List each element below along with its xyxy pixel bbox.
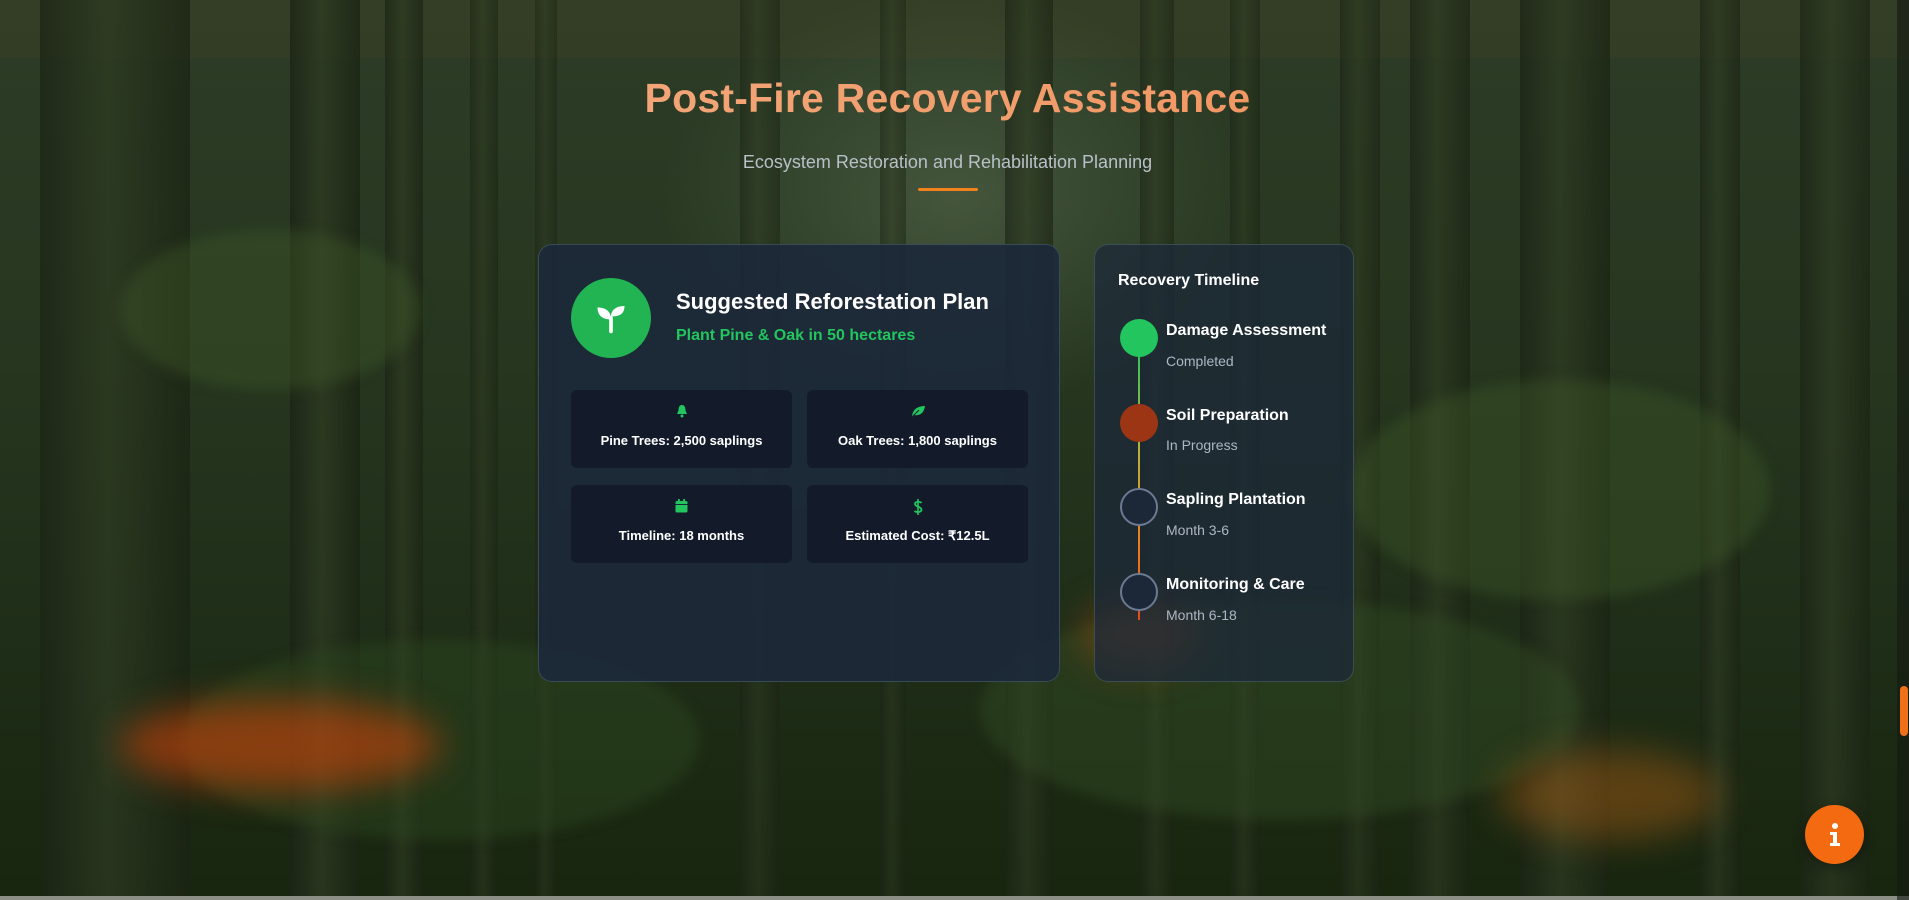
scrollbar[interactable] bbox=[1897, 0, 1909, 900]
stat-text: Pine Trees: 2,500 saplings bbox=[600, 433, 763, 448]
stat-oak-trees: Oak Trees: 1,800 saplings bbox=[807, 390, 1028, 468]
stat-text: Estimated Cost: ₹12.5L bbox=[845, 528, 990, 543]
step-status: Completed bbox=[1166, 353, 1234, 369]
tree-icon bbox=[571, 404, 792, 420]
info-button[interactable] bbox=[1805, 805, 1864, 864]
plan-title: Suggested Reforestation Plan bbox=[676, 289, 989, 314]
page-header: Post-Fire Recovery Assistance Ecosystem … bbox=[0, 75, 1895, 191]
info-icon bbox=[1829, 822, 1840, 846]
recovery-timeline-card: Recovery Timeline Damage Assessment Comp… bbox=[1094, 244, 1354, 682]
step-pending-indicator bbox=[1120, 488, 1158, 526]
stat-timeline: Timeline: 18 months bbox=[571, 485, 792, 563]
step-name: Damage Assessment bbox=[1166, 322, 1327, 339]
step-name: Sapling Plantation bbox=[1166, 491, 1306, 508]
step-status: Month 6-18 bbox=[1166, 607, 1237, 623]
plan-summary: Plant Pine & Oak in 50 hectares bbox=[676, 327, 916, 344]
title-underline bbox=[917, 188, 978, 191]
leaf-icon bbox=[807, 404, 1028, 420]
timeline-title: Recovery Timeline bbox=[1118, 272, 1260, 289]
scrollbar-thumb[interactable] bbox=[1900, 686, 1908, 736]
step-completed-indicator bbox=[1120, 319, 1158, 357]
reforestation-plan-card: Suggested Reforestation Plan Plant Pine … bbox=[538, 244, 1060, 682]
dollar-icon bbox=[807, 499, 1028, 515]
stat-estimated-cost: Estimated Cost: ₹12.5L bbox=[807, 485, 1028, 563]
page-subtitle: Ecosystem Restoration and Rehabilitation… bbox=[742, 152, 1153, 172]
step-name: Soil Preparation bbox=[1166, 407, 1289, 424]
step-in-progress-indicator bbox=[1120, 404, 1158, 442]
step-name: Monitoring & Care bbox=[1166, 576, 1305, 593]
stat-text: Oak Trees: 1,800 saplings bbox=[838, 433, 997, 448]
step-status: In Progress bbox=[1166, 437, 1238, 453]
stat-text: Timeline: 18 months bbox=[618, 528, 745, 543]
calendar-icon bbox=[571, 499, 792, 515]
page-title: Post-Fire Recovery Assistance bbox=[0, 75, 1895, 122]
seedling-icon bbox=[571, 278, 651, 358]
step-status: Month 3-6 bbox=[1166, 522, 1230, 538]
stat-pine-trees: Pine Trees: 2,500 saplings bbox=[571, 390, 792, 468]
step-pending-indicator bbox=[1120, 573, 1158, 611]
